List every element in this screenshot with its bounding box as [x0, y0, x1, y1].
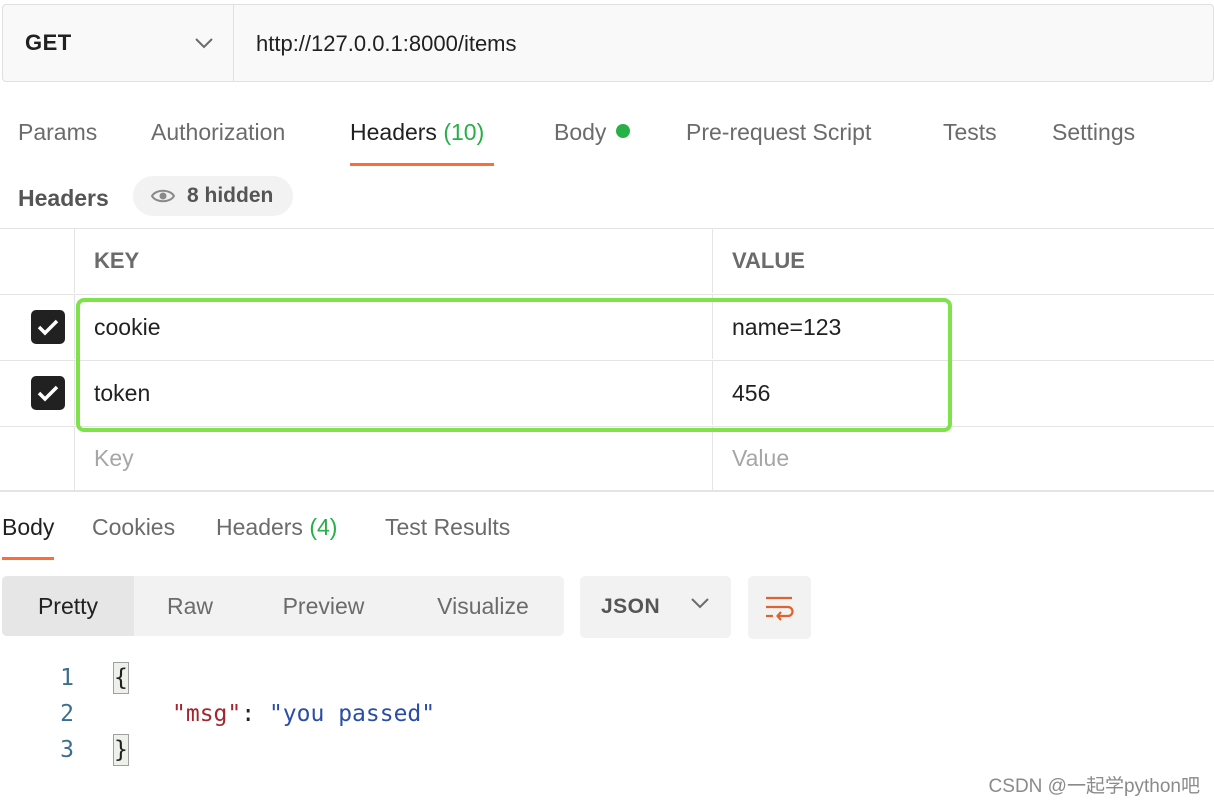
json-key: "msg": [172, 701, 242, 727]
headers-count: (10): [443, 119, 485, 145]
view-pretty[interactable]: Pretty: [2, 576, 134, 636]
header-key[interactable]: cookie: [75, 295, 713, 359]
wrap-lines-button[interactable]: [748, 576, 811, 639]
resp-tab-test-results[interactable]: Test Results: [385, 496, 510, 558]
column-key: KEY: [75, 229, 713, 293]
response-tabs: Body Cookies Headers (4) Test Results: [0, 496, 1214, 560]
tab-tests[interactable]: Tests: [943, 100, 997, 164]
new-value-input[interactable]: Value: [713, 427, 1214, 490]
method-label: GET: [25, 30, 72, 55]
table-header-row: KEY VALUE: [0, 228, 1214, 293]
column-value: VALUE: [732, 248, 805, 273]
header-key[interactable]: token: [75, 361, 713, 425]
line-number: 3: [60, 737, 74, 763]
row-checkbox[interactable]: [31, 310, 65, 344]
row-checkbox[interactable]: [31, 376, 65, 410]
view-raw[interactable]: Raw: [134, 576, 246, 636]
wrap-lines-icon: [765, 596, 794, 621]
hidden-count: 8 hidden: [187, 184, 274, 207]
eye-icon: [151, 189, 175, 203]
header-value[interactable]: 456: [713, 361, 1214, 425]
body-status-dot: [616, 124, 631, 138]
url-input[interactable]: [234, 5, 1213, 83]
tab-params[interactable]: Params: [18, 100, 97, 164]
checkmark-icon: [37, 319, 59, 336]
tab-authorization[interactable]: Authorization: [151, 100, 285, 164]
close-brace: }: [113, 734, 129, 766]
tab-pre-request-script[interactable]: Pre-request Script: [686, 100, 871, 164]
json-colon: :: [241, 701, 269, 727]
code-line: 3 }: [0, 732, 700, 768]
resp-tab-body[interactable]: Body: [2, 496, 55, 560]
line-number: 1: [60, 665, 74, 691]
table-row-new: Key Value: [0, 426, 1214, 492]
code-line: 2 "msg": "you passed": [0, 696, 700, 732]
tab-settings[interactable]: Settings: [1052, 100, 1135, 164]
tab-headers[interactable]: Headers (10): [350, 100, 495, 166]
watermark: CSDN @一起学python吧: [988, 776, 1200, 797]
view-visualize[interactable]: Visualize: [417, 576, 549, 636]
code-line: 1 {: [0, 660, 700, 696]
chevron-down-icon: [195, 37, 213, 49]
json-value: "you passed": [268, 701, 436, 727]
tab-body[interactable]: Body: [554, 100, 631, 164]
view-mode-selector: Pretty Raw Preview Visualize: [2, 576, 564, 636]
table-row: cookie name=123: [0, 294, 1214, 359]
line-number: 2: [60, 701, 74, 727]
method-dropdown[interactable]: GET: [3, 5, 234, 81]
resp-headers-count: (4): [309, 514, 338, 540]
header-value[interactable]: name=123: [713, 295, 1214, 359]
request-tabs: Params Authorization Headers (10) Body P…: [0, 100, 1214, 166]
chevron-down-icon: [691, 598, 709, 609]
view-preview[interactable]: Preview: [256, 576, 391, 636]
resp-tab-cookies[interactable]: Cookies: [92, 496, 175, 558]
open-brace: {: [113, 662, 129, 694]
checkmark-icon: [37, 385, 59, 402]
headers-title: Headers: [18, 185, 109, 211]
format-label: JSON: [601, 595, 661, 618]
table-row: token 456: [0, 360, 1214, 425]
new-key-input[interactable]: Key: [75, 427, 713, 490]
format-dropdown[interactable]: JSON: [580, 576, 731, 638]
hidden-headers-toggle[interactable]: 8 hidden: [133, 176, 294, 216]
url-bar: GET: [2, 4, 1214, 83]
resp-tab-headers[interactable]: Headers (4): [216, 496, 337, 558]
